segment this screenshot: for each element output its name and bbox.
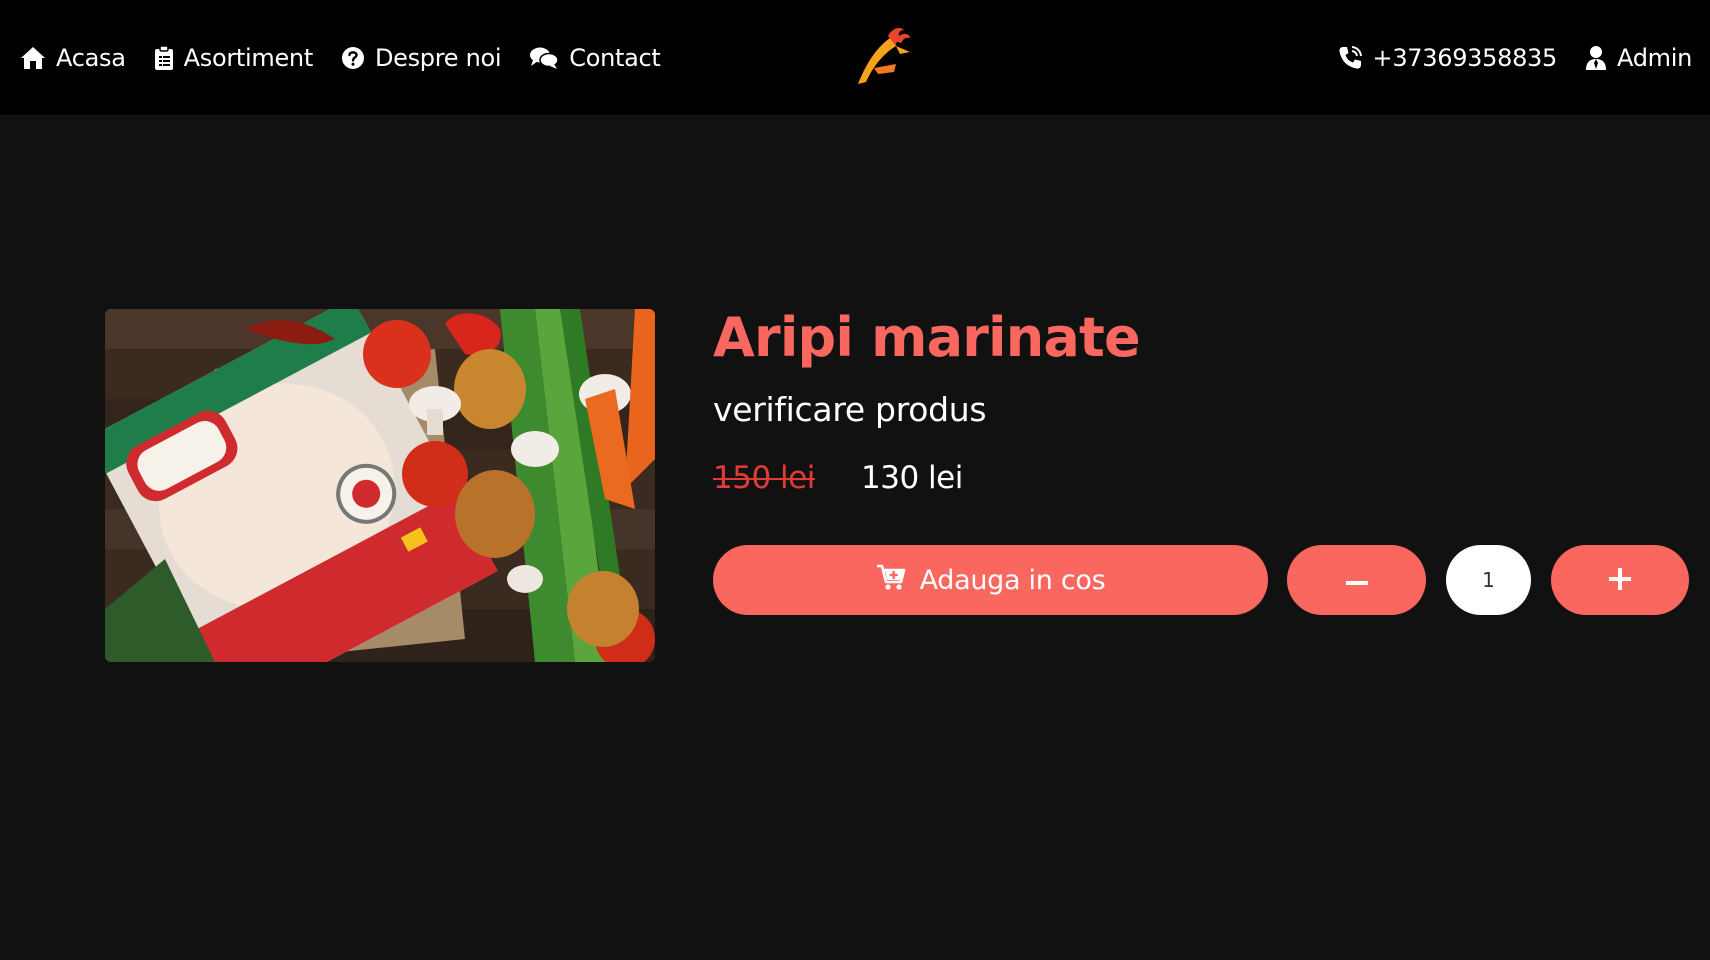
admin-label: Admin — [1617, 43, 1692, 72]
old-price: 150 lei — [713, 460, 815, 496]
nav-link-despre-noi[interactable]: Despre noi — [341, 43, 502, 72]
product-image — [105, 309, 655, 662]
nav-link-acasa[interactable]: Acasa — [20, 44, 126, 72]
nav-label-despre-noi: Despre noi — [374, 43, 502, 72]
clipboard-icon — [154, 44, 174, 71]
current-price: 130 lei — [861, 460, 963, 496]
increase-quantity-button[interactable] — [1551, 545, 1689, 615]
nav-label-acasa: Acasa — [56, 43, 126, 72]
admin-link[interactable]: Admin — [1585, 44, 1692, 72]
navbar: Acasa Asortiment Despre noi Contact +373… — [0, 0, 1710, 115]
home-icon — [20, 45, 46, 71]
quantity-input[interactable] — [1446, 545, 1531, 615]
question-circle-icon — [341, 46, 365, 70]
cart-plus-icon — [876, 563, 906, 598]
nav-label-asortiment: Asortiment — [183, 43, 314, 72]
phone-icon — [1337, 45, 1363, 71]
phone-link[interactable]: +37369358835 — [1337, 44, 1557, 72]
rooster-logo-icon[interactable] — [852, 24, 914, 88]
main-nav: Acasa Asortiment Despre noi Contact — [20, 0, 661, 115]
phone-number: +37369358835 — [1372, 43, 1558, 72]
nav-link-asortiment[interactable]: Asortiment — [154, 44, 313, 72]
add-to-cart-label: Adauga in cos — [919, 564, 1106, 596]
decrease-quantity-button[interactable] — [1287, 545, 1426, 615]
chat-bubbles-icon — [529, 45, 559, 71]
product-title: Aripi marinate — [713, 306, 1141, 369]
plus-icon — [1609, 567, 1631, 593]
nav-label-contact: Contact — [569, 43, 661, 72]
product-subtitle: verificare produs — [713, 390, 987, 429]
nav-link-contact[interactable]: Contact — [529, 43, 661, 72]
user-icon — [1585, 45, 1607, 71]
minus-icon — [1345, 573, 1368, 588]
add-to-cart-button[interactable]: Adauga in cos — [713, 545, 1268, 615]
nav-right: +37369358835 Admin — [1337, 0, 1692, 115]
